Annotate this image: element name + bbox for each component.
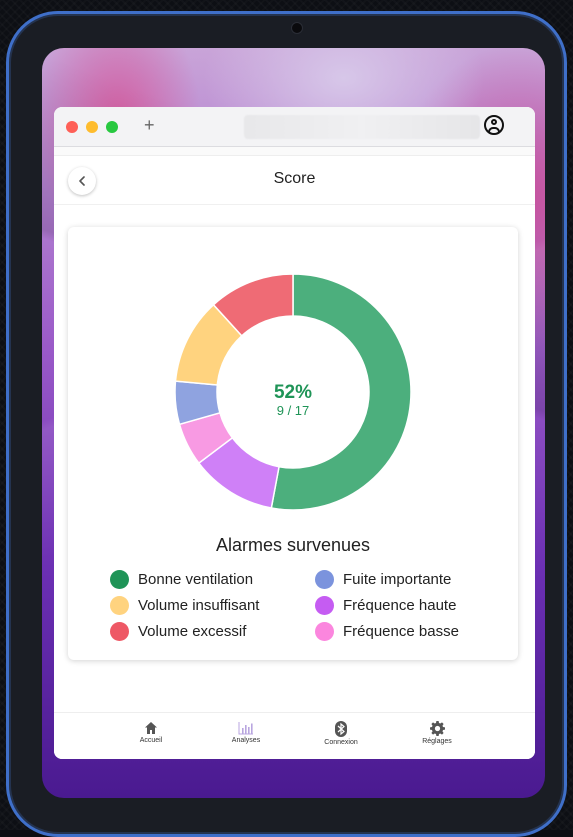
tab-reglages[interactable]: Réglages [397,721,477,745]
tab-label: Réglages [422,738,452,745]
tab-analyses[interactable]: Analyses [206,721,286,744]
new-tab-button[interactable]: + [144,115,155,136]
legend-label: Fréquence haute [343,597,457,614]
legend-item-frequence-haute: Fréquence haute [315,596,456,615]
legend-item-frequence-basse: Fréquence basse [315,622,459,641]
score-percent: 52% [274,382,312,403]
maximize-window-button[interactable] [106,121,118,133]
minimize-window-button[interactable] [86,121,98,133]
app-window: + Score 52% 9 / 17 Alarmes survenues Bon… [54,107,535,759]
close-window-button[interactable] [66,121,78,133]
alarm-donut-chart: 52% 9 / 17 [174,274,412,510]
legend-swatch [315,622,334,641]
legend-swatch [110,622,129,641]
gear-icon [429,721,445,736]
legend-label: Fréquence basse [343,623,459,640]
bottom-tab-bar: Accueil Analyses Connexion Réglages [54,712,535,759]
legend-label: Fuite importante [343,571,452,588]
score-card: 52% 9 / 17 Alarmes survenues Bonne venti… [68,227,518,660]
legend-label: Bonne ventilation [138,571,254,588]
tab-label: Connexion [324,739,358,746]
legend-label: Volume excessif [138,623,247,640]
legend-label: Volume insuffisant [138,597,260,614]
legend-swatch [110,570,129,589]
toolbar-divider [54,147,535,156]
legend-item-bonne-ventilation: Bonne ventilation [110,570,253,589]
legend-swatch [110,596,129,615]
page-title: Score [273,170,316,187]
tab-label: Analyses [231,737,261,744]
home-icon [145,722,157,734]
address-bar[interactable] [244,115,480,139]
legend-swatch [315,570,334,589]
bluetooth-icon [335,721,347,737]
score-fraction: 9 / 17 [277,403,310,418]
tab-accueil[interactable]: Accueil [111,721,191,744]
legend-swatch [315,596,334,615]
legend-item-volume-excessif: Volume excessif [110,622,246,641]
bar-chart-icon [238,722,253,735]
tab-label: Accueil [139,737,163,744]
legend-title: Alarmes survenues [215,535,371,555]
account-icon[interactable] [484,115,504,135]
tab-connexion[interactable]: Connexion [301,721,381,746]
page-header: Score [54,156,535,205]
legend-item-volume-insuffisant: Volume insuffisant [110,596,259,615]
camera-icon [291,22,303,34]
legend-item-fuite-importante: Fuite importante [315,570,451,589]
tablet-screen: + Score 52% 9 / 17 Alarmes survenues Bon… [42,48,545,798]
browser-titlebar: + [54,107,535,147]
